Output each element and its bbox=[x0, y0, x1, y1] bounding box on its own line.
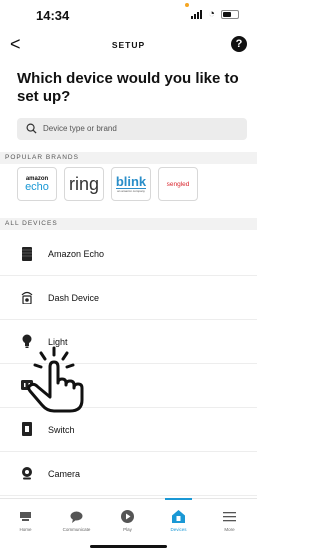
ring-logo-text: ring bbox=[68, 173, 99, 194]
camera-icon bbox=[22, 467, 32, 480]
brand-ring[interactable]: ring bbox=[64, 167, 104, 201]
tab-devices[interactable]: Devices bbox=[153, 498, 204, 539]
chat-icon bbox=[70, 511, 83, 523]
status-time: 14:34 bbox=[36, 8, 70, 23]
home-icon bbox=[20, 512, 31, 521]
signal-icon bbox=[191, 9, 203, 19]
brand-sengled[interactable]: sengled bbox=[158, 167, 198, 201]
tab-more[interactable]: More bbox=[204, 499, 255, 539]
sengled-logo-text: sengled bbox=[166, 180, 190, 188]
wifi-icon: ◔ bbox=[208, 8, 215, 20]
page-title: SETUP bbox=[111, 40, 146, 50]
echo-speaker-icon bbox=[22, 247, 32, 261]
popular-brands-label: POPULAR BRANDS bbox=[0, 152, 257, 164]
tab-home[interactable]: Home bbox=[0, 499, 51, 539]
blink-sub-text: an amazon company bbox=[117, 189, 145, 193]
tab-label: More bbox=[224, 527, 235, 532]
help-button[interactable]: ? bbox=[231, 36, 247, 52]
tab-play[interactable]: Play bbox=[102, 499, 153, 539]
all-devices-label: ALL DEVICES bbox=[0, 218, 257, 230]
setup-heading: Which device would you like to set up? bbox=[17, 70, 239, 105]
devices-icon bbox=[172, 510, 185, 523]
header: < SETUP ? bbox=[0, 30, 257, 60]
active-tab-indicator bbox=[165, 498, 192, 500]
brand-amazon-echo[interactable]: amazon echo bbox=[17, 167, 57, 201]
device-item-amazon-echo[interactable]: Amazon Echo bbox=[0, 232, 257, 276]
device-label: Switch bbox=[48, 425, 75, 435]
tab-label: Play bbox=[123, 527, 132, 532]
orange-indicator-dot bbox=[185, 3, 189, 7]
search-input[interactable]: Device type or brand bbox=[17, 118, 247, 140]
device-item-dash-device[interactable]: Dash Device bbox=[0, 276, 257, 320]
tap-gesture-hand-icon bbox=[27, 346, 84, 413]
tab-communicate[interactable]: Communicate bbox=[51, 499, 102, 539]
tab-label: Communicate bbox=[62, 527, 91, 532]
menu-icon bbox=[223, 512, 236, 522]
echo-logo-text: echo bbox=[25, 180, 49, 193]
device-label: Camera bbox=[48, 469, 81, 479]
search-placeholder: Device type or brand bbox=[43, 124, 117, 133]
tab-label: Home bbox=[19, 527, 32, 532]
play-icon bbox=[121, 510, 134, 523]
status-bar: 14:34 ◔ bbox=[0, 0, 257, 30]
device-label: Amazon Echo bbox=[48, 249, 105, 259]
dash-device-icon bbox=[21, 291, 33, 304]
device-item-camera[interactable]: Camera bbox=[0, 452, 257, 496]
brand-list: amazon echo ring blink an amazon company… bbox=[17, 167, 198, 201]
brand-blink[interactable]: blink an amazon company bbox=[111, 167, 151, 201]
battery-icon bbox=[221, 9, 239, 19]
search-icon bbox=[26, 123, 37, 134]
bottom-tab-bar: Home Communicate Play Devices More bbox=[0, 498, 257, 552]
home-indicator bbox=[90, 545, 167, 548]
tab-label: Devices bbox=[170, 527, 187, 532]
switch-icon bbox=[22, 422, 32, 436]
blink-logo-text: blink bbox=[115, 174, 147, 189]
device-label: Dash Device bbox=[48, 293, 100, 303]
